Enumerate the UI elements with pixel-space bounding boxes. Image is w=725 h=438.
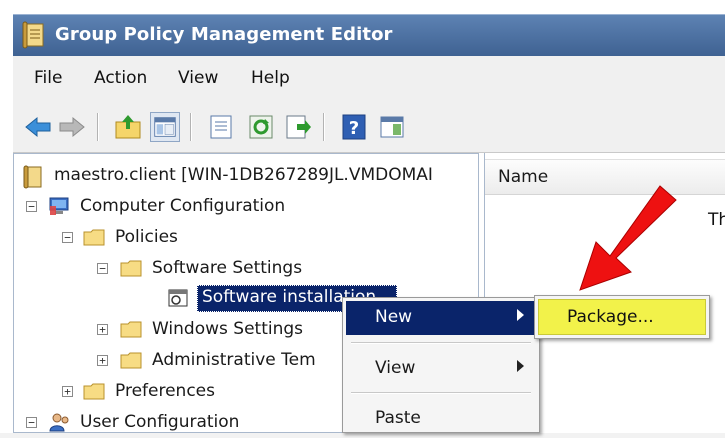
- red-pointer-arrow-icon: [579, 185, 677, 291]
- app-window: Group Policy Management Editor File Acti…: [0, 0, 725, 433]
